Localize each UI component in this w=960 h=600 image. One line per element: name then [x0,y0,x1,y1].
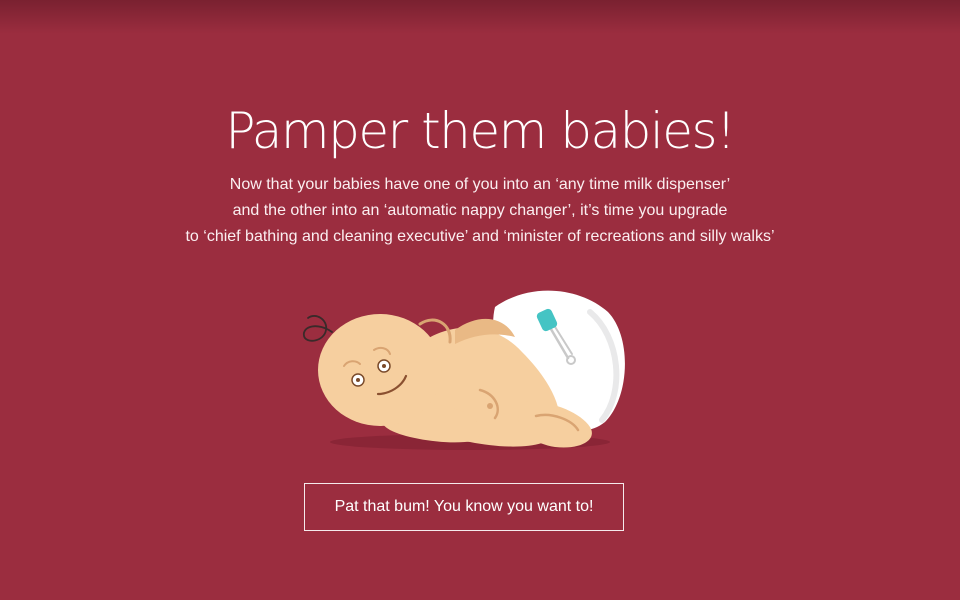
hero-description: Now that your babies have one of you int… [0,172,960,250]
hair-curl [303,315,333,342]
description-line: and the other into an ‘automatic nappy c… [232,202,728,219]
description-line: to ‘chief bathing and cleaning executive… [185,228,775,245]
description-line: Now that your babies have one of you int… [229,176,731,193]
sleeping-baby-illustration [303,290,625,450]
top-shadow [0,0,960,34]
page-title: Pamper them babies! [225,102,736,160]
pat-bum-button[interactable]: Pat that bum! You know you want to! [304,483,624,531]
